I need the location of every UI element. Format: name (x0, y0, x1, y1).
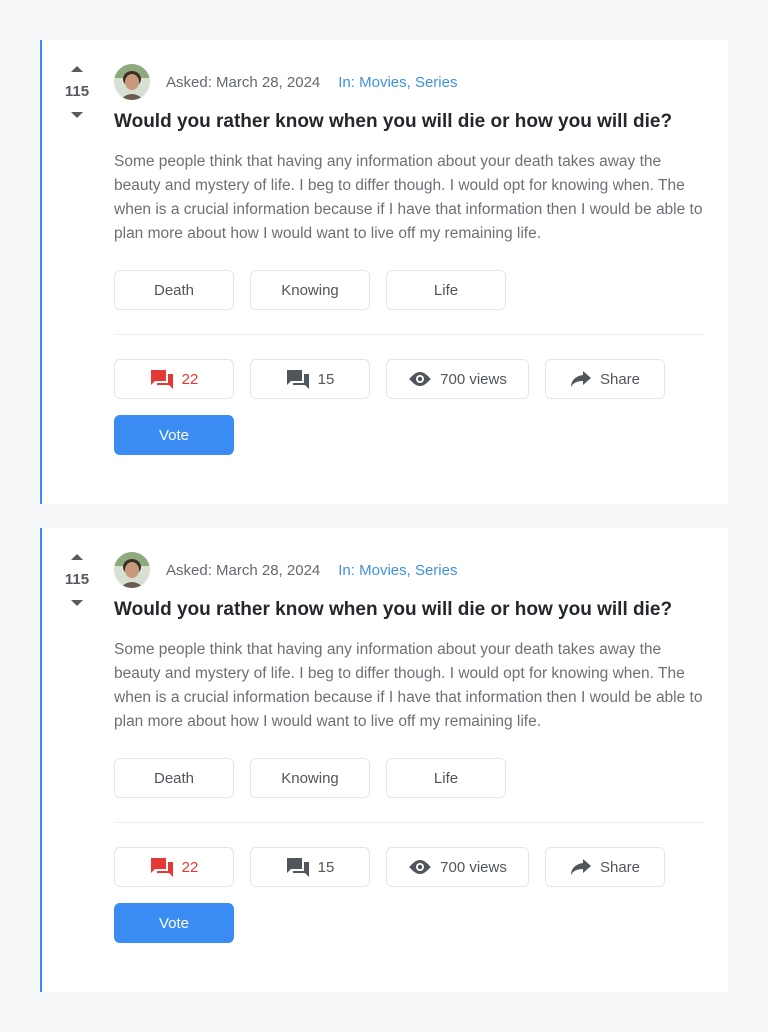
avatar[interactable] (114, 64, 150, 100)
forum-icon (150, 368, 174, 390)
tag-knowing[interactable]: Knowing (250, 758, 370, 798)
asked-date: Asked: March 28, 2024 (166, 73, 321, 91)
question-body: Some people think that having any inform… (114, 641, 703, 730)
question-card: 115 Asked: March 28, 2024 In: Movies, Se… (40, 40, 728, 504)
comments-count: 15 (317, 858, 335, 876)
eye-icon (408, 371, 432, 387)
share-label: Share (599, 370, 641, 388)
comment-icon (286, 856, 310, 878)
tag-death[interactable]: Death (114, 270, 234, 310)
divider (114, 334, 704, 335)
tag-death[interactable]: Death (114, 758, 234, 798)
vote-button[interactable]: Vote (114, 415, 234, 455)
tag-list: Death Knowing Life (114, 758, 706, 798)
question-title[interactable]: Would you rather know when you will die … (114, 110, 706, 134)
forum-icon (150, 856, 174, 878)
question-card: 115 Asked: March 28, 2024 In: Movies, Se… (40, 528, 728, 992)
upvote-caret-icon[interactable] (71, 554, 83, 560)
views-button[interactable]: 700 views (386, 359, 529, 399)
tag-life[interactable]: Life (386, 758, 506, 798)
upvote-caret-icon[interactable] (71, 66, 83, 72)
question-meta: Asked: March 28, 2024 In: Movies, Series (114, 552, 706, 588)
comments-count: 15 (317, 370, 335, 388)
downvote-caret-icon[interactable] (71, 600, 83, 606)
downvote-caret-icon[interactable] (71, 112, 83, 118)
share-button[interactable]: Share (545, 847, 665, 887)
eye-icon (408, 859, 432, 875)
vote-count: 115 (64, 571, 90, 588)
question-meta: Asked: March 28, 2024 In: Movies, Series (114, 64, 706, 100)
views-button[interactable]: 700 views (386, 847, 529, 887)
vote-count: 115 (64, 83, 90, 100)
category-link[interactable]: In: Movies, Series (338, 74, 457, 91)
answers-count: 22 (181, 858, 199, 876)
comments-button[interactable]: 15 (250, 847, 370, 887)
share-arrow-icon (570, 370, 592, 388)
tag-knowing[interactable]: Knowing (250, 270, 370, 310)
question-body: Some people think that having any inform… (114, 153, 703, 242)
comments-button[interactable]: 15 (250, 359, 370, 399)
share-label: Share (599, 858, 641, 876)
tag-list: Death Knowing Life (114, 270, 706, 310)
vote-column: 115 (58, 554, 96, 606)
tag-life[interactable]: Life (386, 270, 506, 310)
question-title[interactable]: Would you rather know when you will die … (114, 598, 706, 622)
action-bar: 22 15 700 views Share (114, 359, 706, 399)
avatar[interactable] (114, 552, 150, 588)
answers-button[interactable]: 22 (114, 847, 234, 887)
action-bar: 22 15 700 views Share (114, 847, 706, 887)
vote-column: 115 (58, 66, 96, 118)
answers-button[interactable]: 22 (114, 359, 234, 399)
comment-icon (286, 368, 310, 390)
vote-button[interactable]: Vote (114, 903, 234, 943)
asked-date: Asked: March 28, 2024 (166, 561, 321, 579)
category-link[interactable]: In: Movies, Series (338, 562, 457, 579)
divider (114, 822, 704, 823)
views-count: 700 views (440, 858, 507, 876)
views-count: 700 views (440, 370, 507, 388)
answers-count: 22 (181, 370, 199, 388)
share-button[interactable]: Share (545, 359, 665, 399)
share-arrow-icon (570, 858, 592, 876)
